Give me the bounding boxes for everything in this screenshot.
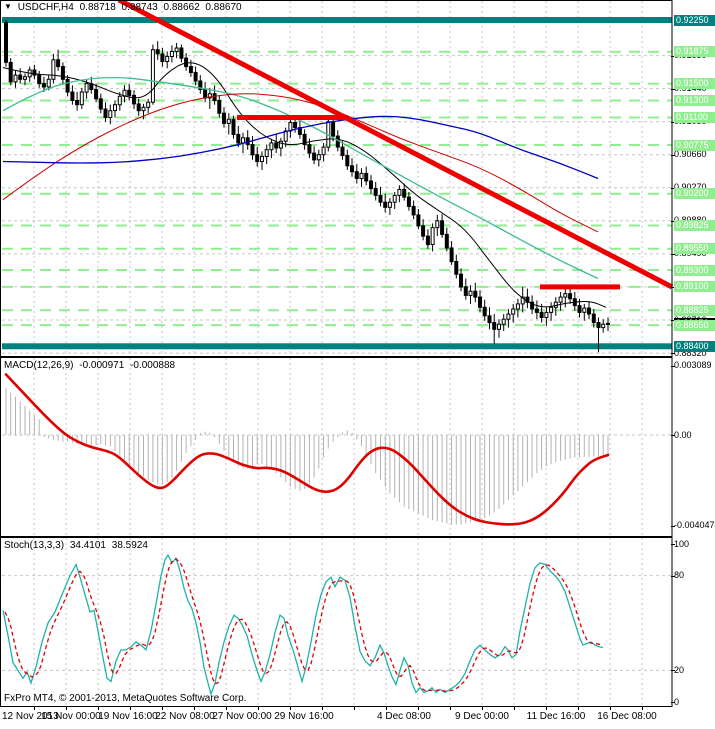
ohlc-low: 0.88662 bbox=[163, 2, 200, 13]
time-axis-tick bbox=[322, 707, 323, 710]
level-price-label: 0.89100 bbox=[674, 281, 715, 293]
axis-tick bbox=[671, 154, 675, 156]
macd-signal-value: -0.000888 bbox=[130, 360, 176, 371]
time-axis-tick bbox=[450, 707, 451, 710]
level-price-label: 0.89825 bbox=[674, 220, 715, 231]
time-axis-tick bbox=[226, 707, 227, 710]
macd-tick-label: -0.004047 bbox=[674, 520, 715, 532]
stoch-k-value: 34.4101 bbox=[69, 540, 106, 551]
stoch-d-line bbox=[4, 558, 603, 692]
down-trendline bbox=[117, 0, 674, 290]
axis-tick bbox=[671, 702, 675, 703]
level-price-label: 0.88825 bbox=[674, 304, 715, 316]
stoch-d-value: 38.5924 bbox=[111, 540, 148, 551]
axis-tick bbox=[671, 670, 675, 672]
level-price-label: 0.90775 bbox=[674, 139, 715, 151]
price-chart-canvas[interactable] bbox=[0, 0, 715, 357]
chart-header: ▼ USDCHF,H4 0.88718 0.88743 0.88662 0.88… bbox=[4, 2, 245, 13]
mt4-chart-window: ▼ USDCHF,H4 0.88718 0.88743 0.88662 0.88… bbox=[0, 0, 715, 729]
time-label: 15 Nov 00:00 bbox=[41, 711, 101, 722]
stoch-tick-label: 100 bbox=[674, 538, 715, 550]
stoch-tick-label: 0 bbox=[674, 696, 715, 708]
stoch-tick-label: 20 bbox=[674, 664, 715, 676]
time-axis-tick bbox=[34, 707, 35, 710]
time-label: 11 Dec 16:00 bbox=[526, 711, 586, 722]
time-axis-tick bbox=[66, 707, 67, 710]
ohlc-open: 0.88718 bbox=[79, 2, 116, 13]
time-label: 27 Nov 00:00 bbox=[212, 711, 272, 722]
time-label: 19 Nov 16:00 bbox=[98, 711, 158, 722]
macd-tick-label: 0.00 bbox=[674, 429, 715, 441]
macd-label: MACD(12,26,9) bbox=[4, 360, 74, 371]
time-axis-tick bbox=[290, 707, 291, 710]
macd-canvas[interactable] bbox=[0, 357, 715, 537]
time-axis-tick bbox=[578, 707, 579, 710]
time-axis-tick bbox=[258, 707, 259, 710]
time-label: 9 Dec 00:00 bbox=[455, 711, 509, 722]
level-price-label: 0.91300 bbox=[674, 95, 715, 106]
ma-medium-green bbox=[2, 76, 599, 280]
ma-slowest-blue bbox=[2, 115, 599, 180]
level-price-label: 0.88650 bbox=[674, 319, 715, 331]
time-axis-tick bbox=[386, 707, 387, 710]
axis-tick bbox=[671, 525, 675, 527]
axis-tick bbox=[671, 435, 675, 436]
level-price-label: 0.91100 bbox=[674, 112, 715, 123]
axis-tick bbox=[671, 575, 675, 577]
time-axis-tick bbox=[514, 707, 515, 710]
price-tick-label: 0.90660 bbox=[674, 149, 715, 161]
time-label: 22 Nov 08:00 bbox=[155, 711, 215, 722]
time-axis-tick bbox=[354, 707, 355, 710]
time-axis-tick bbox=[546, 707, 547, 710]
band-price-label: 0.92250 bbox=[674, 14, 715, 26]
stoch-header: Stoch(13,3,3) 34.4101 38.5924 bbox=[4, 540, 151, 551]
time-label: 16 Dec 08:00 bbox=[597, 711, 657, 722]
level-price-label: 0.89300 bbox=[674, 264, 715, 276]
copyright-text: FxPro MT4, © 2001-2013, MetaQuotes Softw… bbox=[4, 693, 247, 704]
axis-tick bbox=[671, 353, 675, 355]
time-label: 4 Dec 08:00 bbox=[377, 711, 431, 722]
stoch-label: Stoch(13,3,3) bbox=[4, 540, 65, 551]
time-axis-tick bbox=[162, 707, 163, 710]
macd-main-value: -0.000971 bbox=[79, 360, 125, 371]
level-price-label: 0.90200 bbox=[674, 188, 715, 200]
ohlc-close: 0.88670 bbox=[205, 2, 242, 13]
level-price-label: 0.91500 bbox=[674, 78, 715, 90]
time-axis-tick bbox=[642, 707, 643, 710]
symbol-dropdown-icon[interactable]: ▼ bbox=[4, 2, 12, 11]
time-axis-tick bbox=[194, 707, 195, 710]
band-price-label: 0.88400 bbox=[674, 340, 715, 352]
macd-header: MACD(12,26,9) -0.000971 -0.000888 bbox=[4, 360, 178, 371]
level-price-label: 0.91875 bbox=[674, 46, 715, 58]
symbol-timeframe-label: USDCHF,H4 bbox=[17, 2, 74, 13]
time-label: 29 Nov 16:00 bbox=[274, 711, 334, 722]
ohlc-high: 0.88743 bbox=[121, 2, 158, 13]
axis-tick bbox=[671, 544, 675, 545]
level-price-label: 0.89550 bbox=[674, 243, 715, 255]
stoch-tick-label: 80 bbox=[674, 570, 715, 582]
time-axis[interactable]: 12 Nov 2013 15 Nov 00:00 19 Nov 16:00 22 No… bbox=[0, 707, 715, 729]
macd-tick-label: 0.003089 bbox=[674, 360, 715, 372]
time-axis-tick bbox=[418, 707, 419, 710]
time-axis-tick bbox=[98, 707, 99, 710]
time-axis-tick bbox=[130, 707, 131, 710]
time-axis-tick bbox=[482, 707, 483, 710]
stochastic-canvas[interactable] bbox=[0, 537, 715, 707]
time-axis-tick bbox=[610, 707, 611, 710]
axis-tick bbox=[671, 365, 675, 367]
